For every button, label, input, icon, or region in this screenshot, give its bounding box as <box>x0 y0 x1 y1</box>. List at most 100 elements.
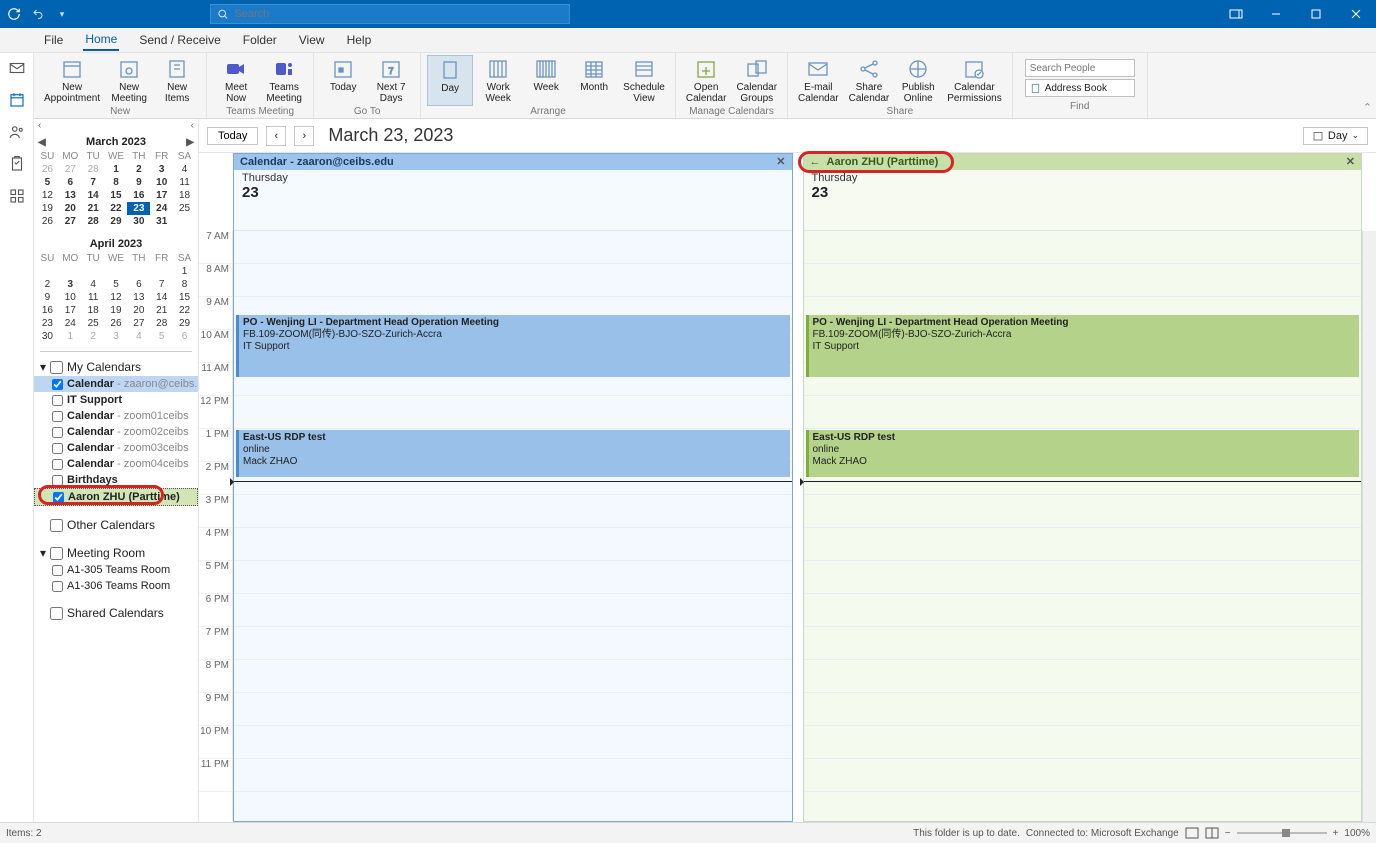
mini-day[interactable]: 11 <box>82 291 105 304</box>
view-reading-icon[interactable] <box>1205 827 1219 839</box>
mini-day[interactable]: 3 <box>105 330 128 343</box>
tab-send-receive[interactable]: Send / Receive <box>137 30 222 50</box>
mini-day[interactable]: 26 <box>36 163 59 176</box>
mini-day[interactable]: 21 <box>82 202 105 215</box>
mini-day[interactable]: 16 <box>127 189 150 202</box>
teams-meeting-button[interactable]: Teams Meeting <box>261 55 307 106</box>
qat-dropdown-icon[interactable]: ▾ <box>54 6 70 22</box>
next-day-button[interactable]: › <box>294 126 314 146</box>
next-month-icon[interactable]: ▶ <box>186 137 194 148</box>
tab-help[interactable]: Help <box>345 30 374 50</box>
mini-day[interactable]: 17 <box>150 189 173 202</box>
group-shared-calendars[interactable]: Shared Calendars <box>34 602 198 622</box>
mini-day[interactable]: 3 <box>59 278 82 291</box>
mini-day[interactable]: 5 <box>36 176 59 189</box>
group-my-calendars[interactable]: ▾My Calendars <box>34 356 198 376</box>
mini-day[interactable]: 15 <box>173 291 196 304</box>
meet-now-button[interactable]: Meet Now <box>213 55 259 106</box>
mini-day[interactable]: 8 <box>173 278 196 291</box>
mini-day[interactable]: 9 <box>127 176 150 189</box>
tab-home[interactable]: Home <box>83 29 119 51</box>
collapse-left-icon[interactable]: ‹ <box>38 120 41 131</box>
mini-day[interactable]: 10 <box>59 291 82 304</box>
mini-day[interactable] <box>105 265 128 278</box>
mini-day[interactable]: 8 <box>105 176 128 189</box>
mini-day[interactable]: 1 <box>59 330 82 343</box>
mini-day[interactable]: 29 <box>173 317 196 330</box>
mini-day[interactable]: 6 <box>59 176 82 189</box>
mini-day[interactable] <box>82 265 105 278</box>
cal-column-primary[interactable]: PO - Wenjing LI - Department Head Operat… <box>233 231 793 822</box>
calendar-event[interactable]: PO - Wenjing LI - Department Head Operat… <box>236 315 790 377</box>
today-nav-button[interactable]: Today <box>207 127 258 145</box>
sync-icon[interactable] <box>6 6 22 22</box>
tree-item[interactable]: Birthdays <box>34 472 198 488</box>
cal-column-secondary[interactable]: PO - Wenjing LI - Department Head Operat… <box>803 231 1363 822</box>
mini-day[interactable]: 27 <box>127 317 150 330</box>
email-calendar-button[interactable]: E-mail Calendar <box>794 55 843 106</box>
month-button[interactable]: Month <box>571 55 617 106</box>
rail-tasks-icon[interactable] <box>8 155 26 173</box>
mini-day[interactable]: 15 <box>105 189 128 202</box>
tree-item[interactable]: Calendar - zoom04ceibs <box>34 456 198 472</box>
next7-button[interactable]: 7Next 7 Days <box>368 55 414 106</box>
tree-item[interactable]: Calendar - zoom03ceibs <box>34 440 198 456</box>
mini-day[interactable] <box>150 265 173 278</box>
back-arrow-icon[interactable]: ← <box>810 156 821 168</box>
mini-day[interactable]: 24 <box>150 202 173 215</box>
ribbon-collapse-icon[interactable]: ⌃ <box>1363 102 1372 114</box>
mini-day[interactable] <box>59 265 82 278</box>
zoom-in-icon[interactable]: + <box>1333 828 1339 839</box>
mini-day[interactable]: 3 <box>150 163 173 176</box>
rail-people-icon[interactable] <box>8 123 26 141</box>
undo-icon[interactable] <box>30 6 46 22</box>
new-items-button[interactable]: New Items <box>154 55 200 106</box>
maximize-icon[interactable] <box>1296 0 1336 28</box>
ribbon-options-icon[interactable] <box>1216 0 1256 28</box>
mini-day[interactable]: 12 <box>105 291 128 304</box>
mini-day[interactable]: 5 <box>105 278 128 291</box>
mini-day[interactable]: 23 <box>36 317 59 330</box>
share-calendar-button[interactable]: Share Calendar <box>845 55 894 106</box>
mini-day[interactable]: 2 <box>36 278 59 291</box>
mini-day[interactable]: 18 <box>82 304 105 317</box>
tab-folder[interactable]: Folder <box>241 30 279 50</box>
mini-day[interactable]: 30 <box>36 330 59 343</box>
zoom-out-icon[interactable]: − <box>1225 828 1231 839</box>
calendar-event[interactable]: East-US RDP testonlineMack ZHAO <box>806 430 1360 477</box>
mini-day[interactable]: 4 <box>173 163 196 176</box>
mini-day[interactable]: 25 <box>82 317 105 330</box>
mini-day[interactable]: 23 <box>127 202 150 215</box>
room-a1-306[interactable]: A1-306 Teams Room <box>34 578 198 594</box>
mini-day[interactable]: 19 <box>105 304 128 317</box>
calendar-event[interactable]: PO - Wenjing LI - Department Head Operat… <box>806 315 1360 377</box>
close-col-icon[interactable]: ✕ <box>1346 155 1355 168</box>
mini-day[interactable]: 25 <box>173 202 196 215</box>
day-button[interactable]: Day <box>427 55 473 106</box>
week-button[interactable]: Week <box>523 55 569 106</box>
room-a1-305[interactable]: A1-305 Teams Room <box>34 562 198 578</box>
view-selector[interactable]: Day⌄ <box>1303 127 1368 145</box>
mini-day[interactable]: 2 <box>82 330 105 343</box>
prev-month-icon[interactable]: ◀ <box>38 137 46 148</box>
new-meeting-button[interactable]: New Meeting <box>106 55 152 106</box>
tab-file[interactable]: File <box>42 30 65 50</box>
mini-day[interactable]: 17 <box>59 304 82 317</box>
mini-day[interactable]: 2 <box>127 163 150 176</box>
mini-day[interactable]: 1 <box>173 265 196 278</box>
mini-day[interactable]: 4 <box>82 278 105 291</box>
mini-day[interactable]: 27 <box>59 163 82 176</box>
mini-day[interactable]: 6 <box>173 330 196 343</box>
open-calendar-button[interactable]: Open Calendar <box>682 55 731 106</box>
mini-day[interactable]: 28 <box>150 317 173 330</box>
view-normal-icon[interactable] <box>1185 827 1199 839</box>
mini-day[interactable]: 14 <box>82 189 105 202</box>
tab-view[interactable]: View <box>297 30 327 50</box>
calendar-event[interactable]: East-US RDP testonlineMack ZHAO <box>236 430 790 477</box>
mini-day[interactable]: 18 <box>173 189 196 202</box>
mini-day[interactable]: 19 <box>36 202 59 215</box>
mini-day[interactable]: 13 <box>59 189 82 202</box>
close-col-icon[interactable]: ✕ <box>776 155 785 168</box>
publish-online-button[interactable]: Publish Online <box>895 55 941 106</box>
mini-day[interactable]: 20 <box>127 304 150 317</box>
